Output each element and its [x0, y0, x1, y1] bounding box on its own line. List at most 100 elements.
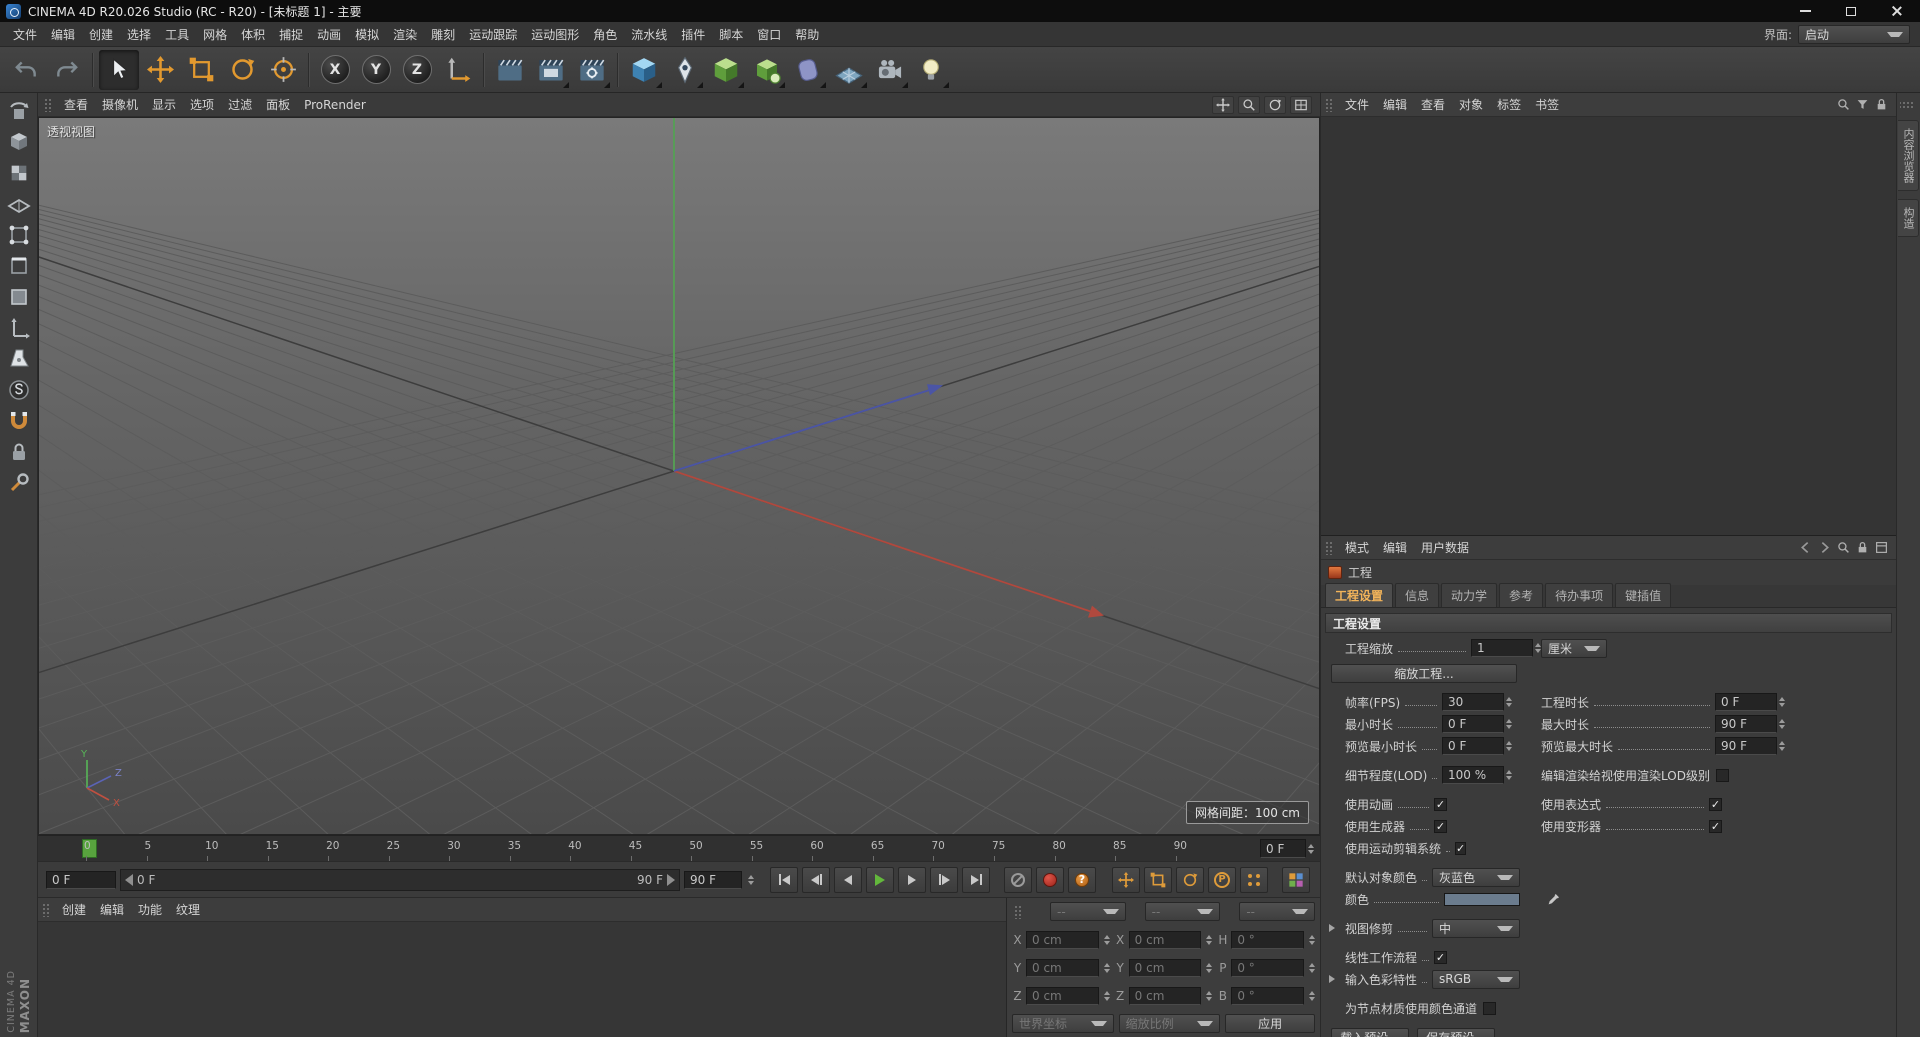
scale-project-button[interactable]: 缩放工程... [1331, 664, 1517, 683]
history-forward-icon[interactable] [1818, 541, 1831, 554]
tab-dynamics[interactable]: 动力学 [1441, 583, 1497, 607]
record-parameter-button[interactable]: P [1208, 867, 1236, 893]
model-mode-button[interactable] [3, 127, 35, 156]
interface-dropdown[interactable]: 启动 [1798, 25, 1910, 44]
menu-help[interactable]: 帮助 [788, 23, 826, 46]
edges-mode-button[interactable] [3, 251, 35, 280]
frame-spinner[interactable] [1308, 844, 1314, 854]
spinner[interactable] [1206, 935, 1212, 945]
material-menu-function[interactable]: 功能 [131, 898, 169, 921]
zoom-view-button[interactable] [1238, 96, 1260, 114]
tab-project-settings[interactable]: 工程设置 [1325, 583, 1393, 607]
quantize-button[interactable] [3, 406, 35, 435]
size-mode-dropdown[interactable]: 缩放比例 [1119, 1014, 1221, 1033]
menu-mesh[interactable]: 网格 [196, 23, 234, 46]
menu-window[interactable]: 窗口 [750, 23, 788, 46]
size-x-field[interactable]: 0 cm [1129, 931, 1202, 949]
record-scale-button[interactable] [1144, 867, 1172, 893]
menu-edit[interactable]: 编辑 [44, 23, 82, 46]
apply-button[interactable]: 应用 [1225, 1014, 1315, 1033]
menu-render[interactable]: 渲染 [386, 23, 424, 46]
preview-range-slider[interactable]: 0 F 90 F [120, 869, 680, 891]
attribute-menu-mode[interactable]: 模式 [1338, 536, 1376, 559]
rotation-b-field[interactable]: 0 ° [1231, 987, 1304, 1005]
rotate-view-button[interactable] [1264, 96, 1286, 114]
spinner[interactable] [1309, 963, 1315, 973]
fps-field[interactable]: 30 [1442, 693, 1512, 711]
rotation-p-field[interactable]: 0 ° [1231, 959, 1304, 977]
use-motion-system-checkbox[interactable]: ✓ [1455, 842, 1466, 855]
use-deformers-checkbox[interactable]: ✓ [1709, 820, 1722, 833]
add-light-button[interactable] [911, 50, 951, 90]
record-pla-button[interactable] [1240, 867, 1268, 893]
size-column-dropdown[interactable]: -- [1145, 902, 1221, 921]
add-floor-button[interactable] [829, 50, 869, 90]
menu-plugins[interactable]: 插件 [674, 23, 712, 46]
material-menu-texture[interactable]: 纹理 [169, 898, 207, 921]
lock-workplane-button[interactable] [3, 437, 35, 466]
make-editable-button[interactable] [3, 96, 35, 125]
points-mode-button[interactable] [3, 220, 35, 249]
eyedropper-icon[interactable] [1547, 893, 1560, 906]
polygons-mode-button[interactable] [3, 282, 35, 311]
lock-z-axis-button[interactable]: Z [397, 50, 437, 90]
viewport-menu-display[interactable]: 显示 [145, 94, 183, 115]
record-keyframe-button[interactable] [1036, 867, 1064, 893]
section-header[interactable]: 工程设置 [1325, 613, 1892, 633]
keyframe-selection-button[interactable]: ? [1068, 867, 1096, 893]
play-button[interactable] [866, 867, 894, 893]
range-left-handle-icon[interactable] [125, 874, 133, 886]
menu-simulate[interactable]: 模拟 [348, 23, 386, 46]
lock-y-axis-button[interactable]: Y [356, 50, 396, 90]
spinner[interactable] [1206, 963, 1212, 973]
render-lod-checkbox[interactable] [1716, 769, 1729, 782]
search-icon[interactable] [1837, 98, 1850, 111]
add-spline-pen-button[interactable] [665, 50, 705, 90]
menu-motion-tracker[interactable]: 运动跟踪 [462, 23, 524, 46]
size-y-field[interactable]: 0 cm [1129, 959, 1202, 977]
dock-tab-structure[interactable]: 构造 [1898, 199, 1919, 237]
menu-create[interactable]: 创建 [82, 23, 120, 46]
autokey-toggle-button[interactable] [1004, 867, 1032, 893]
material-menu-edit[interactable]: 编辑 [93, 898, 131, 921]
default-object-color-dropdown[interactable]: 灰蓝色 [1432, 868, 1520, 887]
menu-sculpt[interactable]: 雕刻 [424, 23, 462, 46]
app-icon[interactable] [6, 4, 21, 19]
tab-info[interactable]: 信息 [1395, 583, 1439, 607]
history-back-icon[interactable] [1799, 541, 1812, 554]
spinner[interactable] [1206, 991, 1212, 1001]
last-tool-button[interactable] [263, 50, 303, 90]
texture-mode-button[interactable] [3, 158, 35, 187]
workplane-mode-button[interactable] [3, 189, 35, 218]
material-menu-create[interactable]: 创建 [55, 898, 93, 921]
spinner[interactable] [1309, 935, 1315, 945]
dock-tab-content-browser[interactable]: 内容浏览器 [1898, 120, 1919, 191]
coordinate-system-dropdown[interactable]: 世界坐标 [1012, 1014, 1114, 1033]
add-deformer-button[interactable] [788, 50, 828, 90]
lock-x-axis-button[interactable]: X [315, 50, 355, 90]
object-menu-view[interactable]: 查看 [1414, 93, 1452, 116]
range-right-handle-icon[interactable] [667, 874, 675, 886]
filter-icon[interactable] [1856, 98, 1869, 111]
expander-icon[interactable] [1329, 924, 1335, 932]
viewport-solo-button[interactable] [3, 344, 35, 373]
menu-snap[interactable]: 捕捉 [272, 23, 310, 46]
render-settings-button[interactable] [572, 50, 612, 90]
menu-file[interactable]: 文件 [6, 23, 44, 46]
search-icon[interactable] [1837, 541, 1850, 554]
perspective-viewport[interactable]: 透视视图 Y Z X 网格间距：100 cm [38, 117, 1320, 835]
attribute-menu-userdata[interactable]: 用户数据 [1414, 536, 1476, 559]
max-time-field[interactable]: 90 F [1715, 715, 1785, 733]
spinner[interactable] [1104, 935, 1110, 945]
object-menu-edit[interactable]: 编辑 [1376, 93, 1414, 116]
object-menu-file[interactable]: 文件 [1338, 93, 1376, 116]
menu-character[interactable]: 角色 [586, 23, 624, 46]
object-menu-tags[interactable]: 标签 [1490, 93, 1528, 116]
material-list[interactable] [38, 922, 1006, 1037]
spinner[interactable] [1309, 991, 1315, 1001]
viewport-menu-panel[interactable]: 面板 [259, 94, 297, 115]
save-preset-button[interactable]: 保存预设... [1417, 1028, 1495, 1037]
tab-referencing[interactable]: 参考 [1499, 583, 1543, 607]
menu-script[interactable]: 脚本 [712, 23, 750, 46]
position-y-field[interactable]: 0 cm [1026, 959, 1099, 977]
